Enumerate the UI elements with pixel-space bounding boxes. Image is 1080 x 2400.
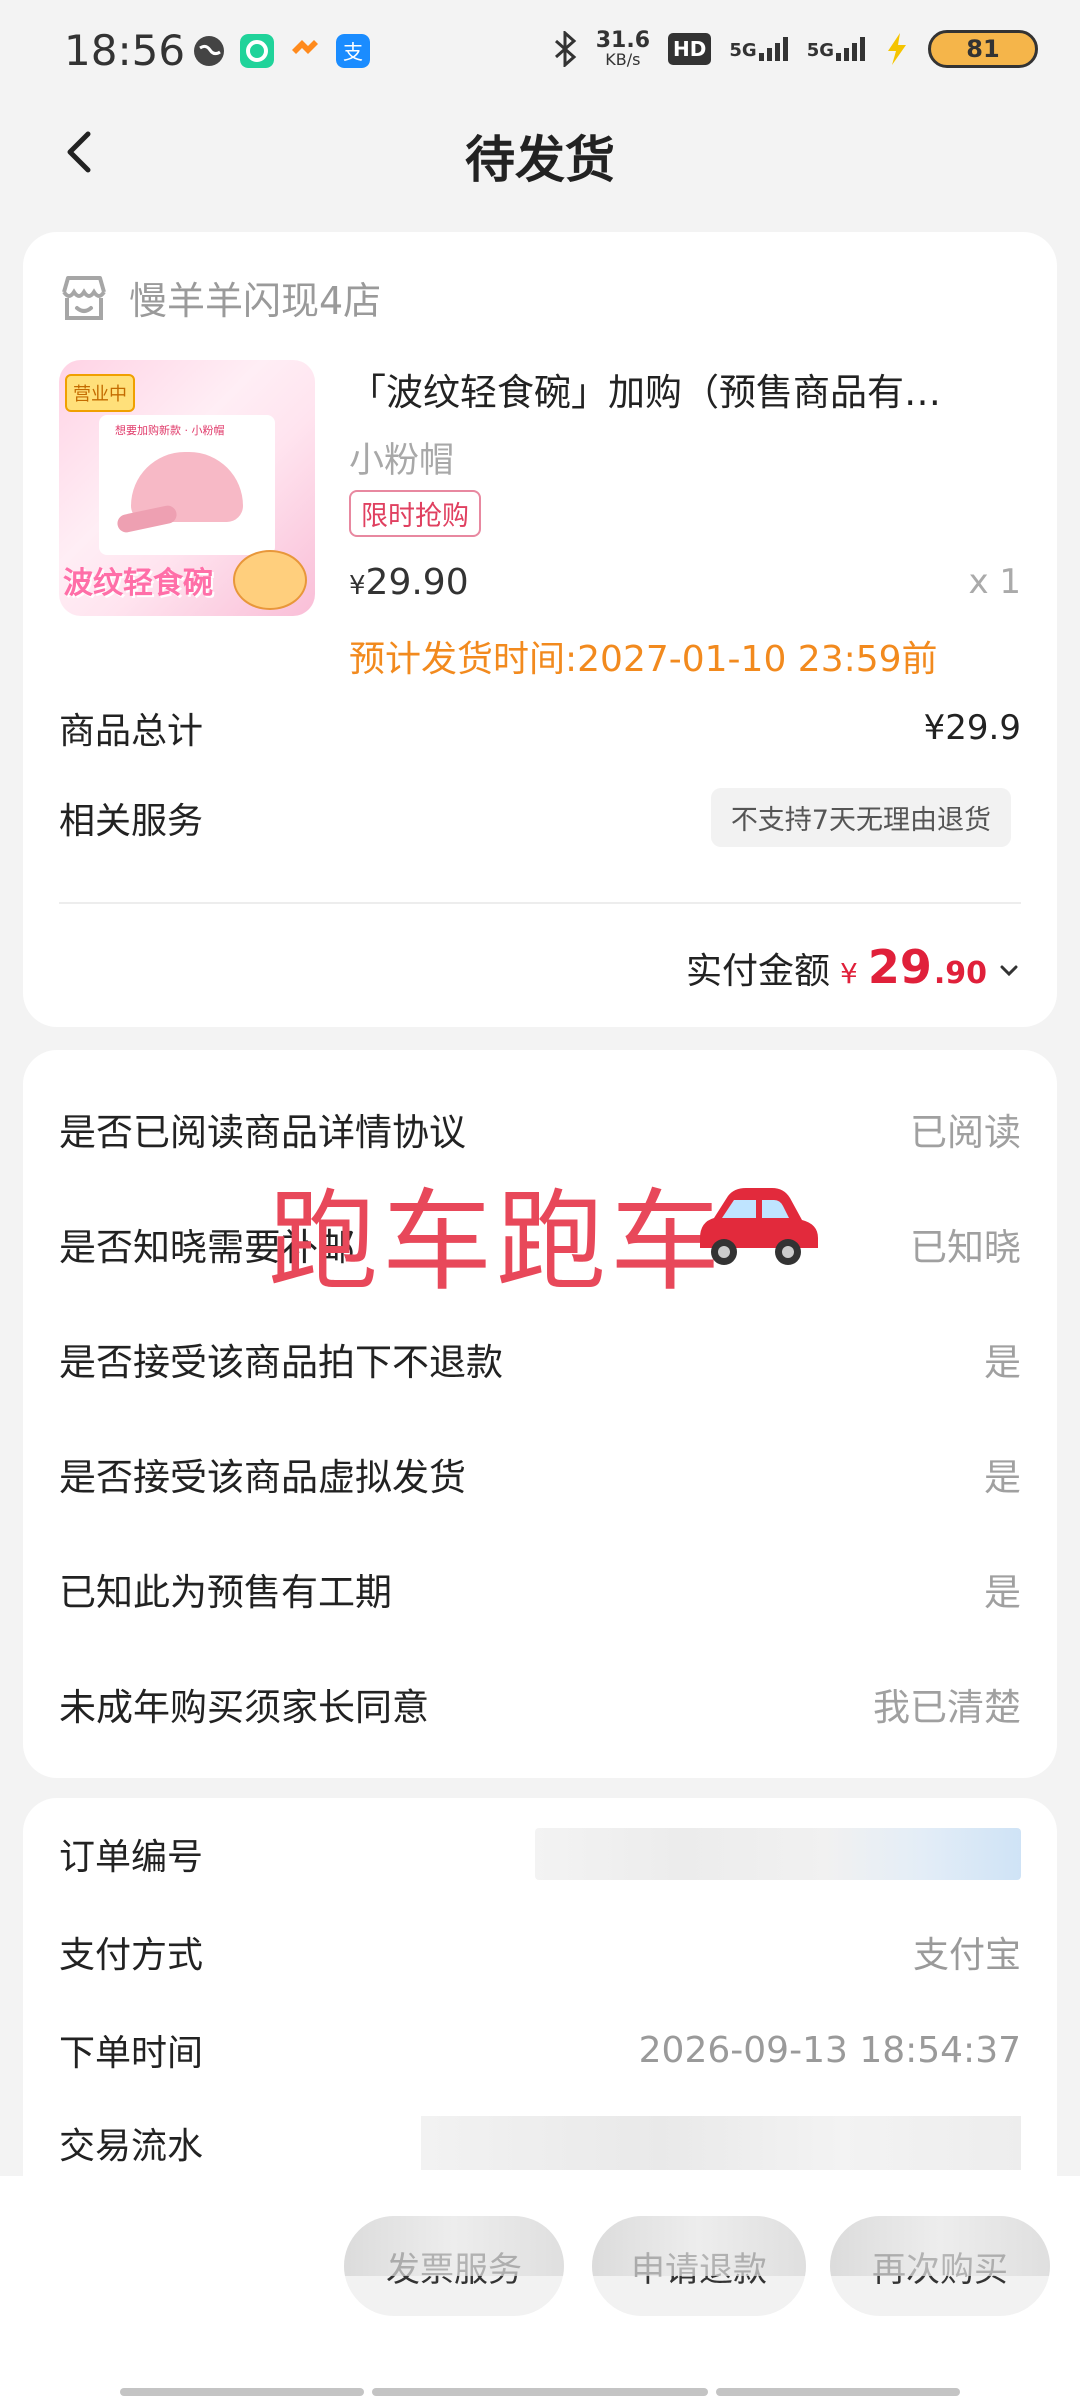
agreement-row: 未成年购买须家长同意 我已清楚	[59, 1686, 1021, 1729]
ship-time: 预计发货时间:2027-01-10 23:59前	[349, 639, 938, 680]
agreement-row: 是否接受该商品拍下不退款 是	[59, 1341, 1021, 1384]
signal-1: 5G	[729, 37, 788, 61]
status-bar: 18:56 支 31.6 KB/s HD 5G 5G 81	[0, 0, 1080, 105]
order-number-blurred	[535, 1828, 1021, 1880]
order-number-row: 订单编号	[59, 1828, 1021, 1880]
car-emoji-icon	[700, 1188, 818, 1265]
thumb-badge: 营业中	[65, 374, 135, 412]
heart-app-icon	[292, 40, 318, 54]
battery-indicator: 81	[928, 30, 1038, 68]
paid-amount: 29	[867, 940, 932, 994]
total-row: 商品总计 ¥29.9	[59, 702, 1021, 754]
status-indicators: 31.6 KB/s HD 5G 5G 81	[552, 30, 1038, 68]
invoice-button[interactable]: 发票服务	[344, 2216, 564, 2316]
chevron-down-icon[interactable]	[997, 959, 1021, 983]
nav-indicator	[372, 2388, 708, 2396]
service-row: 相关服务 不支持7天无理由退货	[59, 788, 1021, 847]
store-name: 慢羊羊闪现4店	[129, 279, 382, 323]
trade-number-row: 交易流水	[59, 2116, 1021, 2170]
agreement-row: 是否已阅读商品详情协议 已阅读	[59, 1111, 1021, 1154]
paid-amount-row[interactable]: 实付金额 ¥ 29 .90	[686, 940, 1021, 994]
hd-badge: HD	[668, 33, 712, 65]
paid-label: 实付金额	[685, 951, 830, 992]
trade-number-blurred	[421, 2116, 1021, 2170]
product-title[interactable]: 「波纹轻食碗」加购（预售商品有…	[349, 362, 1029, 416]
store-row[interactable]: 慢羊羊闪现4店	[59, 270, 381, 325]
page-title: 待发货	[465, 131, 615, 189]
store-icon	[62, 275, 106, 320]
status-time: 18:56	[64, 26, 186, 75]
signal-bars-icon	[758, 37, 788, 61]
blur-overlay	[344, 2216, 564, 2276]
thumb-wordart: 波纹轻食碗	[63, 566, 213, 601]
flash-sale-tag: 限时抢购	[349, 490, 481, 537]
mascot-image	[233, 550, 307, 610]
net-speed: 31.6 KB/s	[595, 28, 651, 69]
nav-indicator	[716, 2388, 960, 2396]
nav-indicator	[120, 2388, 364, 2396]
product-price: ¥29.90	[349, 562, 469, 603]
agreement-row: 已知此为预售有工期 是	[59, 1571, 1021, 1614]
bottom-action-bar: 发票服务 申请退款 再次购买	[0, 2176, 1080, 2400]
pay-method-row: 支付方式 支付宝	[59, 1926, 1021, 1978]
total-label: 商品总计	[59, 711, 204, 752]
camera-app-icon	[240, 34, 274, 68]
order-time-row: 下单时间 2026-09-13 18:54:37	[59, 2029, 1021, 2075]
signal-bars-icon	[836, 37, 865, 61]
product-variant: 小粉帽	[349, 441, 455, 481]
total-value: ¥29.9	[923, 708, 1021, 748]
divider	[59, 902, 1021, 904]
svg-text:支: 支	[343, 40, 363, 64]
refund-button[interactable]: 申请退款	[592, 2216, 806, 2316]
bluetooth-icon	[554, 31, 577, 67]
service-tag: 不支持7天无理由退货	[710, 788, 1011, 847]
order-time: 2026-09-13 18:54:37	[638, 2029, 1021, 2071]
globe-icon	[194, 36, 224, 66]
agreement-row: 是否接受该商品虚拟发货 是	[59, 1456, 1021, 1499]
thumb-label: 想要加购新款 · 小粉帽	[115, 424, 225, 437]
product-quantity: x 1	[968, 562, 1021, 602]
charging-icon	[888, 33, 906, 65]
blur-overlay	[830, 2216, 1050, 2276]
service-label: 相关服务	[59, 800, 204, 842]
alipay-icon: 支	[336, 34, 370, 68]
pay-method: 支付宝	[912, 1935, 1021, 1976]
signal-2: 5G	[807, 37, 866, 61]
product-image[interactable]: 营业中 想要加购新款 · 小粉帽 波纹轻食碗	[59, 360, 315, 616]
blur-overlay	[592, 2216, 806, 2276]
overlay-text: 跑车跑车	[268, 1178, 724, 1306]
top-bar: 待发货	[0, 110, 1080, 200]
order-card: 慢羊羊闪现4店 营业中 想要加购新款 · 小粉帽 波纹轻食碗 「波纹轻食碗」加购…	[23, 232, 1057, 1027]
rebuy-button[interactable]: 再次购买	[830, 2216, 1050, 2316]
